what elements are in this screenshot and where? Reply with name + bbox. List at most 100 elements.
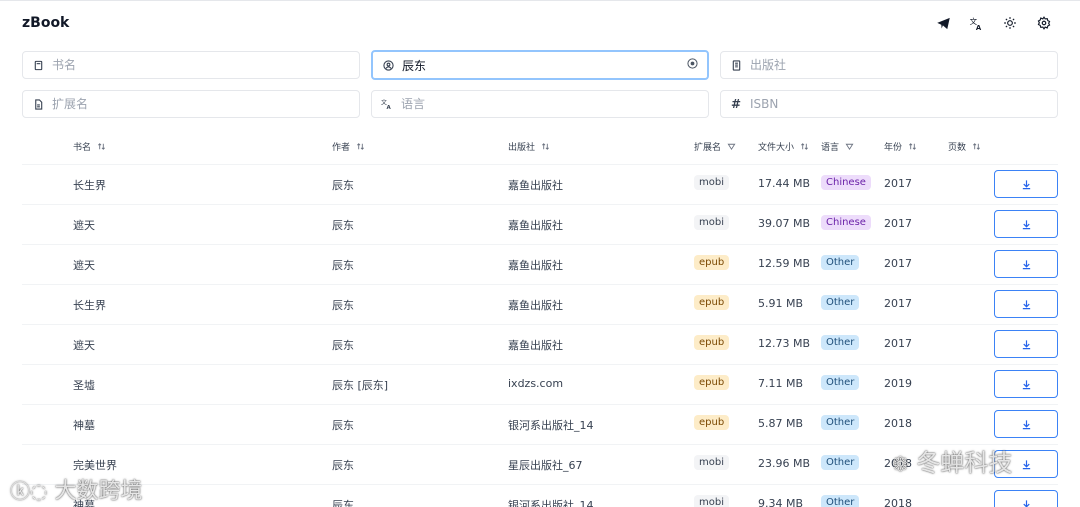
header-author-label: 作者 <box>332 143 351 153</box>
cell-title: 遮天 <box>73 259 95 272</box>
cell-year: 2018 <box>884 417 912 430</box>
row-divider <box>22 244 1058 245</box>
row-divider <box>22 404 1058 405</box>
watermark-logo: ⓚ◌ <box>10 479 48 503</box>
sort-icon[interactable] <box>800 142 809 151</box>
row-divider <box>22 324 1058 325</box>
header-title[interactable]: 书名 <box>73 140 106 153</box>
download-icon <box>1022 459 1030 469</box>
sort-icon[interactable] <box>97 142 106 151</box>
header-filesize-label: 文件大小 <box>758 143 795 153</box>
app-title[interactable]: zBook <box>22 15 69 31</box>
publisher-filter[interactable] <box>720 51 1058 79</box>
watermark-right: ❁ 冬蝉科技 <box>892 443 1012 478</box>
extension-badge: epub <box>694 255 730 270</box>
sun-icon[interactable] <box>1001 14 1019 32</box>
download-button[interactable] <box>994 330 1058 358</box>
extension-badge: epub <box>694 375 730 390</box>
cell-filesize: 39.07 MB <box>758 217 811 230</box>
download-icon <box>1022 219 1030 229</box>
language-badge: Chinese <box>821 215 871 230</box>
svg-text:A: A <box>975 23 981 30</box>
extension-filter[interactable] <box>22 90 360 118</box>
gear-icon[interactable] <box>1035 14 1053 32</box>
extension-badge: epub <box>694 335 730 350</box>
title-filter[interactable] <box>22 51 360 79</box>
cell-author: 辰东 <box>332 259 354 272</box>
language-badge: Chinese <box>821 175 871 190</box>
file-icon <box>32 98 44 110</box>
download-icon <box>1022 499 1030 507</box>
extension-badge: epub <box>694 295 730 310</box>
isbn-input[interactable] <box>750 91 1057 117</box>
cell-year: 2017 <box>884 337 912 350</box>
language-input[interactable] <box>401 91 708 117</box>
cell-title: 遮天 <box>73 339 95 352</box>
header-year-label: 年份 <box>884 143 903 153</box>
wechat-icon: ❁ <box>892 452 909 476</box>
title-input[interactable] <box>52 52 359 78</box>
sort-icon[interactable] <box>541 142 550 151</box>
download-icon <box>1022 259 1030 269</box>
language-badge: Other <box>821 495 860 507</box>
cell-filesize: 12.59 MB <box>758 257 811 270</box>
header-filesize[interactable]: 文件大小 <box>758 140 809 153</box>
download-button[interactable] <box>994 290 1058 318</box>
download-button[interactable] <box>994 410 1058 438</box>
author-input[interactable] <box>402 52 707 78</box>
header-extension[interactable]: 扩展名 <box>694 140 736 153</box>
cell-author: 辰东 <box>332 339 354 352</box>
header-pages[interactable]: 页数 <box>948 140 981 153</box>
cell-publisher: 嘉鱼出版社 <box>508 339 563 352</box>
download-button[interactable] <box>994 490 1058 507</box>
cell-title: 神墓 <box>73 419 95 432</box>
cell-year: 2017 <box>884 217 912 230</box>
download-button[interactable] <box>994 250 1058 278</box>
extension-input[interactable] <box>52 91 359 117</box>
isbn-filter[interactable]: # <box>720 90 1058 118</box>
author-filter[interactable] <box>371 50 709 80</box>
cell-year: 2017 <box>884 177 912 190</box>
language-badge: Other <box>821 455 860 470</box>
cell-publisher: 嘉鱼出版社 <box>508 179 563 192</box>
download-button[interactable] <box>994 170 1058 198</box>
filter-icon[interactable] <box>727 142 736 151</box>
cell-title: 长生界 <box>73 299 106 312</box>
header-author[interactable]: 作者 <box>332 140 365 153</box>
sort-icon[interactable] <box>908 142 917 151</box>
download-button[interactable] <box>994 210 1058 238</box>
building-icon <box>730 59 742 71</box>
cell-author: 辰东 <box>332 179 354 192</box>
header-language[interactable]: 语言 <box>821 140 854 153</box>
filter-icon[interactable] <box>845 142 854 151</box>
header-language-label: 语言 <box>821 143 840 153</box>
language-filter[interactable]: 文A <box>371 90 709 118</box>
cell-author: 辰东 <box>332 499 354 507</box>
cell-filesize: 9.34 MB <box>758 497 804 507</box>
header-publisher[interactable]: 出版社 <box>508 140 550 153</box>
clear-icon[interactable] <box>687 58 699 70</box>
translate-icon[interactable]: 文A <box>967 14 985 32</box>
language-badge: Other <box>821 415 860 430</box>
header-year[interactable]: 年份 <box>884 140 917 153</box>
cell-publisher: ixdzs.com <box>508 377 564 390</box>
extension-badge: mobi <box>694 175 729 190</box>
svg-text:A: A <box>387 105 392 110</box>
cell-filesize: 5.91 MB <box>758 297 804 310</box>
extension-badge: mobi <box>694 215 729 230</box>
sort-icon[interactable] <box>356 142 365 151</box>
cell-filesize: 12.73 MB <box>758 337 811 350</box>
cell-author: 辰东 <box>332 459 354 472</box>
cell-author: 辰东 <box>332 299 354 312</box>
header-publisher-label: 出版社 <box>508 143 536 153</box>
cell-author: 辰东 <box>332 419 354 432</box>
row-divider <box>22 364 1058 365</box>
download-button[interactable] <box>994 370 1058 398</box>
cell-publisher: 嘉鱼出版社 <box>508 299 563 312</box>
extension-badge: mobi <box>694 455 729 470</box>
app-header: zBook 文A <box>0 0 1080 46</box>
sort-icon[interactable] <box>972 142 981 151</box>
telegram-icon[interactable] <box>934 14 952 32</box>
publisher-input[interactable] <box>750 52 1057 78</box>
row-divider <box>22 164 1058 165</box>
